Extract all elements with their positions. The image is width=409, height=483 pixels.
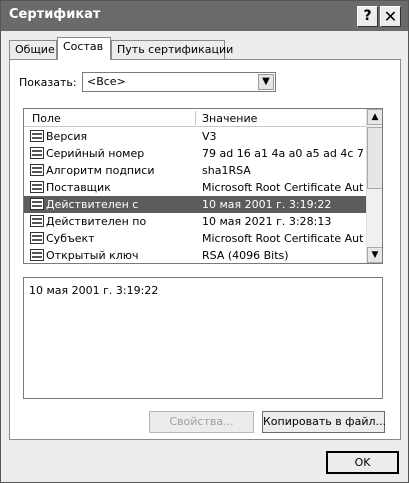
- tab-certification-path[interactable]: Путь сертификации: [111, 40, 233, 59]
- copy-to-file-button[interactable]: Копировать в файл...: [262, 411, 386, 433]
- table-row[interactable]: Поставщик Microsoft Root Certificate Aut.…: [24, 179, 366, 196]
- show-select[interactable]: <Все> ▼: [82, 72, 276, 92]
- list-rows: Версия V3 Серийный номер 79 ad 16 a1 4a a0 …: [24, 128, 366, 263]
- list-scrollbar[interactable]: ▲ ▼: [366, 109, 382, 263]
- certificate-field-icon: [30, 164, 44, 176]
- row-field-value: 10 мая 2001 г. 3:19:22: [202, 198, 332, 211]
- row-field-name: Алгоритм подписи: [46, 164, 155, 177]
- certificate-dialog: Сертификат ? ✕ Общие Состав Путь сертифи…: [0, 0, 409, 483]
- help-icon: ?: [363, 8, 372, 24]
- row-field-name: Поставщик: [46, 181, 111, 194]
- row-field-name: Действителен с: [46, 198, 139, 211]
- certificate-field-icon: [30, 232, 44, 244]
- table-row[interactable]: Субъект Microsoft Root Certificate Aut...: [24, 230, 366, 247]
- close-icon: ✕: [383, 7, 398, 26]
- show-label: Показать:: [19, 76, 77, 89]
- row-field-value: RSA (4096 Bits): [202, 249, 289, 262]
- help-button[interactable]: ?: [357, 6, 378, 27]
- close-button[interactable]: ✕: [380, 6, 401, 27]
- table-row[interactable]: Открытый ключ RSA (4096 Bits): [24, 247, 366, 263]
- value-detail-text: 10 мая 2001 г. 3:19:22: [29, 284, 159, 297]
- certificate-field-icon: [30, 198, 44, 210]
- certificate-field-icon: [30, 181, 44, 193]
- value-detail-box[interactable]: 10 мая 2001 г. 3:19:22: [23, 277, 383, 399]
- table-row[interactable]: Версия V3: [24, 128, 366, 145]
- row-field-value: Microsoft Root Certificate Aut...: [202, 232, 364, 245]
- table-row[interactable]: Действителен по 10 мая 2021 г. 3:28:13: [24, 213, 366, 230]
- fields-list[interactable]: Поле Значение Версия V3 Серийный номер 79 a…: [23, 108, 383, 264]
- table-row[interactable]: Алгоритм подписи sha1RSA: [24, 162, 366, 179]
- certificate-field-icon: [30, 130, 44, 142]
- column-header-field[interactable]: Поле: [32, 112, 61, 125]
- row-field-value: V3: [202, 130, 217, 143]
- row-field-name: Действителен по: [46, 215, 147, 228]
- row-field-value: sha1RSA: [202, 164, 251, 177]
- properties-button[interactable]: Свойства...: [149, 411, 254, 433]
- certificate-field-icon: [30, 215, 44, 227]
- tab-details[interactable]: Состав: [57, 37, 111, 60]
- scroll-up-icon[interactable]: ▲: [367, 109, 382, 125]
- row-field-name: Версия: [46, 130, 88, 143]
- list-header: Поле Значение: [24, 109, 366, 127]
- scroll-down-icon[interactable]: ▼: [367, 247, 382, 263]
- column-header-value[interactable]: Значение: [202, 112, 257, 125]
- title-bar: Сертификат ? ✕: [1, 1, 408, 31]
- column-divider[interactable]: [195, 111, 196, 125]
- chevron-down-icon[interactable]: ▼: [258, 74, 274, 90]
- table-row[interactable]: Серийный номер 79 ad 16 a1 4a a0 a5 ad 4c…: [24, 145, 366, 162]
- scroll-thumb[interactable]: [367, 127, 382, 189]
- tab-general[interactable]: Общие: [9, 40, 57, 59]
- row-field-value: Microsoft Root Certificate Aut...: [202, 181, 364, 194]
- ok-button[interactable]: OK: [326, 451, 399, 474]
- row-field-name: Серийный номер: [46, 147, 145, 160]
- certificate-field-icon: [30, 249, 44, 261]
- row-field-value: 79 ad 16 a1 4a a0 a5 ad 4c 73...: [202, 147, 364, 160]
- row-field-name: Субъект: [46, 232, 95, 245]
- show-select-value: <Все>: [87, 75, 126, 88]
- certificate-field-icon: [30, 147, 44, 159]
- window-title: Сертификат: [9, 7, 101, 22]
- row-field-name: Открытый ключ: [46, 249, 139, 262]
- row-field-value: 10 мая 2021 г. 3:28:13: [202, 215, 332, 228]
- table-row[interactable]: Действителен с 10 мая 2001 г. 3:19:22: [24, 196, 366, 213]
